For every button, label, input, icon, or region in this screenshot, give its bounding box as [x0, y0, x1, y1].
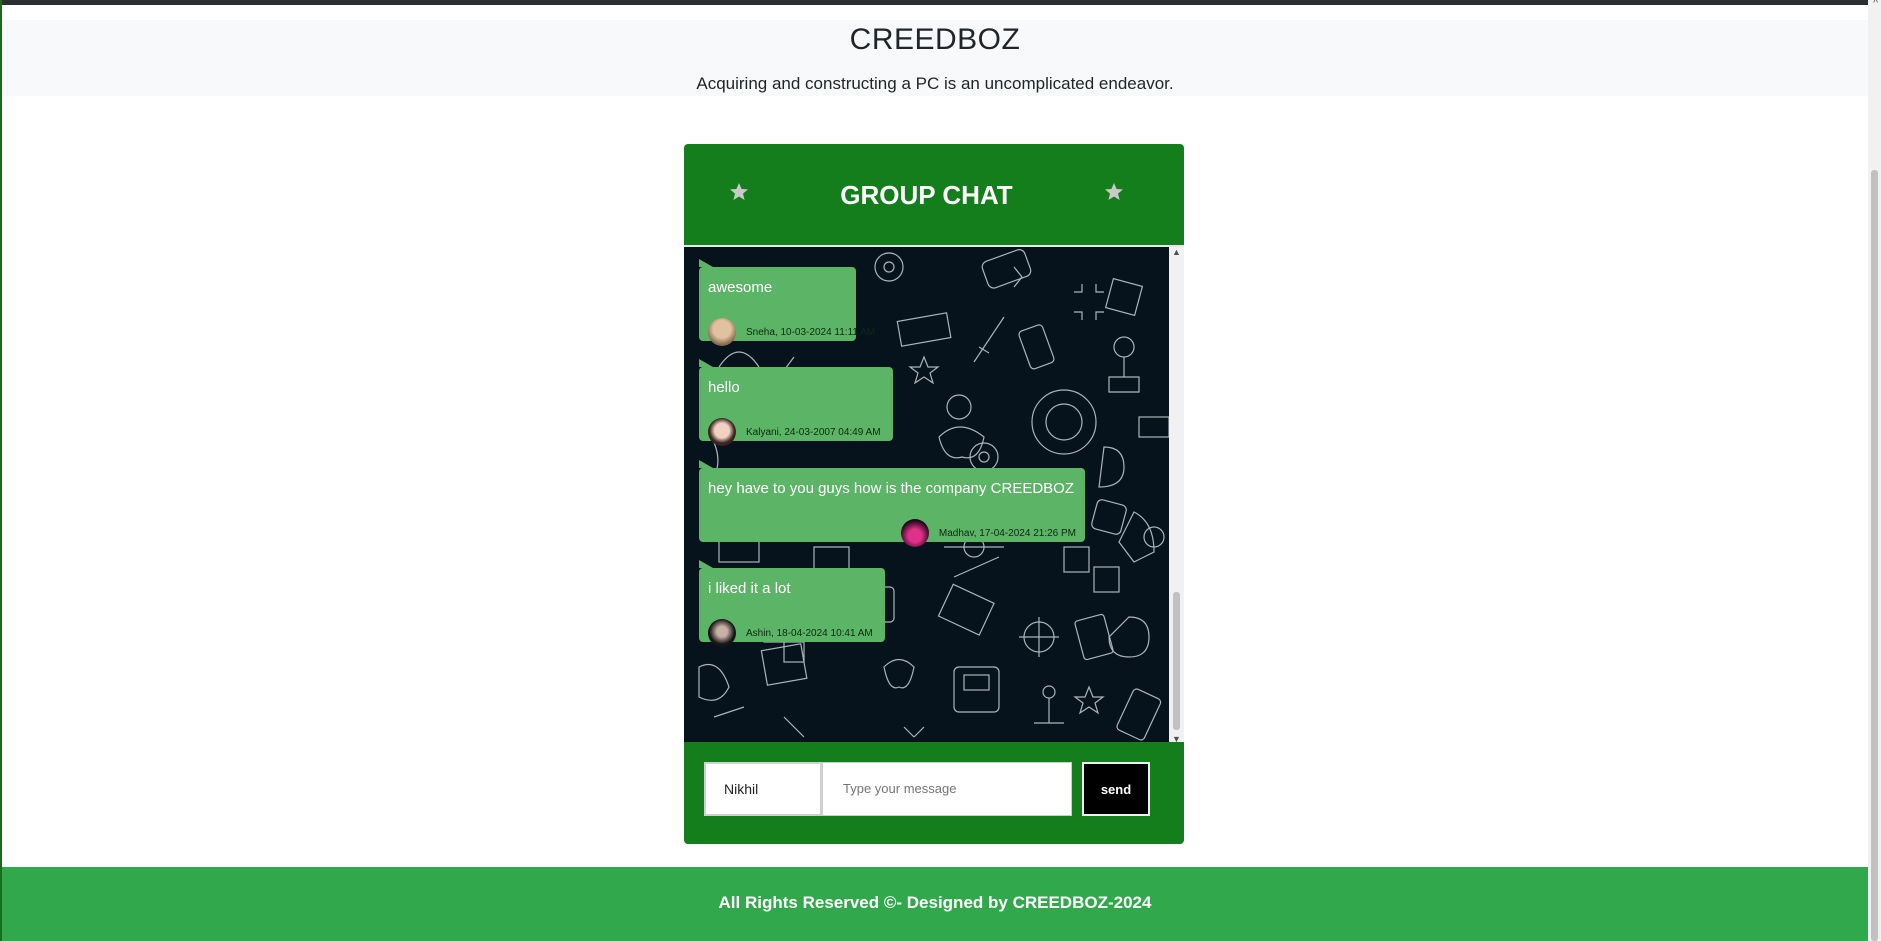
scroll-up-icon[interactable]: ^ [1873, 0, 1878, 9]
message-text: hey have to you guys how is the company … [708, 480, 1075, 497]
page-scrollbar[interactable]: ^ [1868, 0, 1881, 941]
message-text: i liked it a lot [708, 580, 791, 597]
site-header: CREEDBOZ Acquiring and constructing a PC… [2, 20, 1868, 96]
messages-scrollbar[interactable]: ▲ ▼ [1169, 247, 1184, 742]
chat-header: GROUP CHAT [684, 144, 1184, 244]
star-icon [1104, 182, 1124, 202]
message-author-time: Ashin, 18-04-2024 10:41 AM [746, 627, 873, 639]
window-top-bar [0, 0, 1881, 5]
site-brand: CREEDBOZ [849, 23, 1021, 56]
scroll-up-icon[interactable]: ▲ [1172, 247, 1181, 257]
message-composer: send [684, 742, 1184, 844]
site-tagline: Acquiring and constructing a PC is an un… [696, 74, 1174, 93]
page-scroll-thumb[interactable] [1871, 170, 1878, 941]
scroll-down-icon[interactable]: ▼ [1172, 734, 1181, 742]
message-input[interactable] [822, 762, 1072, 816]
footer-text: All Rights Reserved ©- Designed by CREED… [718, 893, 1152, 912]
avatar [900, 519, 929, 547]
chat-messages-area[interactable]: awesome Sneha, 10-03-2024 11:11 AM hello… [684, 245, 1184, 742]
left-edge-border [0, 0, 2, 941]
chat-title: GROUP CHAT [840, 180, 1013, 210]
name-input[interactable] [704, 762, 822, 816]
messages-scroll-thumb[interactable] [1173, 592, 1180, 730]
chat-message: hello Kalyani, 24-03-2007 04:49 AM [699, 359, 893, 446]
chat-message: awesome Sneha, 10-03-2024 11:11 AM [699, 259, 875, 346]
chat-message: hey have to you guys how is the company … [699, 460, 1085, 547]
chat-message: i liked it a lot Ashin, 18-04-2024 10:41… [699, 560, 885, 647]
message-meta: Kalyani, 24-03-2007 04:49 AM [708, 418, 881, 446]
message-author-time: Sneha, 10-03-2024 11:11 AM [746, 326, 876, 338]
message-author-time: Kalyani, 24-03-2007 04:49 AM [746, 426, 881, 438]
message-meta: Madhav, 17-04-2024 21:26 PM [900, 519, 1076, 547]
avatar [708, 619, 736, 647]
send-button[interactable]: send [1082, 762, 1150, 816]
avatar [708, 418, 736, 446]
message-meta: Sneha, 10-03-2024 11:11 AM [708, 318, 875, 346]
site-footer: All Rights Reserved ©- Designed by CREED… [2, 867, 1868, 941]
message-text: awesome [708, 279, 773, 296]
message-text: hello [708, 379, 740, 396]
avatar [708, 318, 736, 346]
message-meta: Ashin, 18-04-2024 10:41 AM [708, 619, 873, 647]
group-chat-panel: GROUP CHAT awesome Sneha, 10-03-2024 11:… [684, 144, 1184, 844]
message-author-time: Madhav, 17-04-2024 21:26 PM [938, 527, 1076, 539]
